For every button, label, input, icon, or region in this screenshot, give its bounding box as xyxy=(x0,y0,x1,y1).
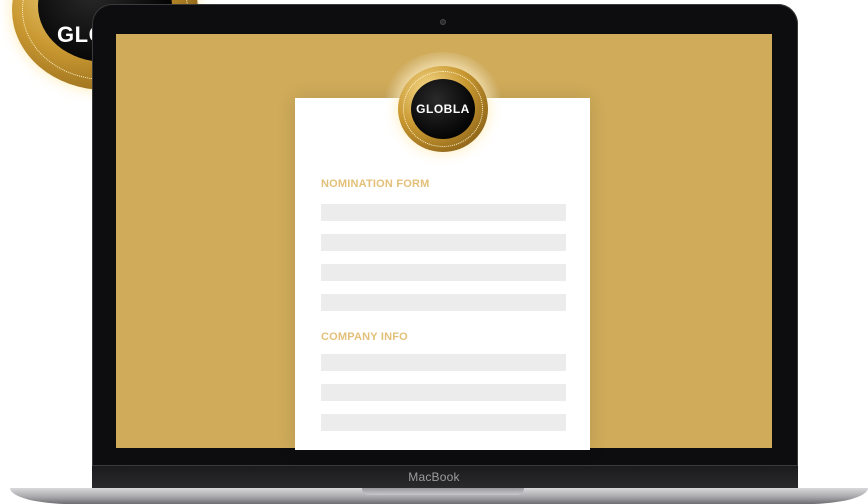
small-badge-logo-text: GLOBLA xyxy=(416,102,470,116)
nomination-field-3[interactable] xyxy=(321,264,566,281)
company-field-1[interactable] xyxy=(321,354,566,371)
globla-badge-icon: GLOBLA xyxy=(398,66,488,152)
laptop-notch xyxy=(362,488,524,495)
nomination-field-4[interactable] xyxy=(321,294,566,311)
laptop-brand-label: MacBook xyxy=(408,470,460,484)
camera-icon xyxy=(440,19,446,25)
company-field-3[interactable] xyxy=(321,414,566,431)
company-field-2[interactable] xyxy=(321,384,566,401)
nomination-field-1[interactable] xyxy=(321,204,566,221)
small-badge-logo: GLOBLA xyxy=(411,79,475,139)
section-title-nomination-form: NOMINATION FORM xyxy=(321,178,430,190)
section-title-company-info: COMPANY INFO xyxy=(321,331,408,343)
nomination-field-2[interactable] xyxy=(321,234,566,251)
